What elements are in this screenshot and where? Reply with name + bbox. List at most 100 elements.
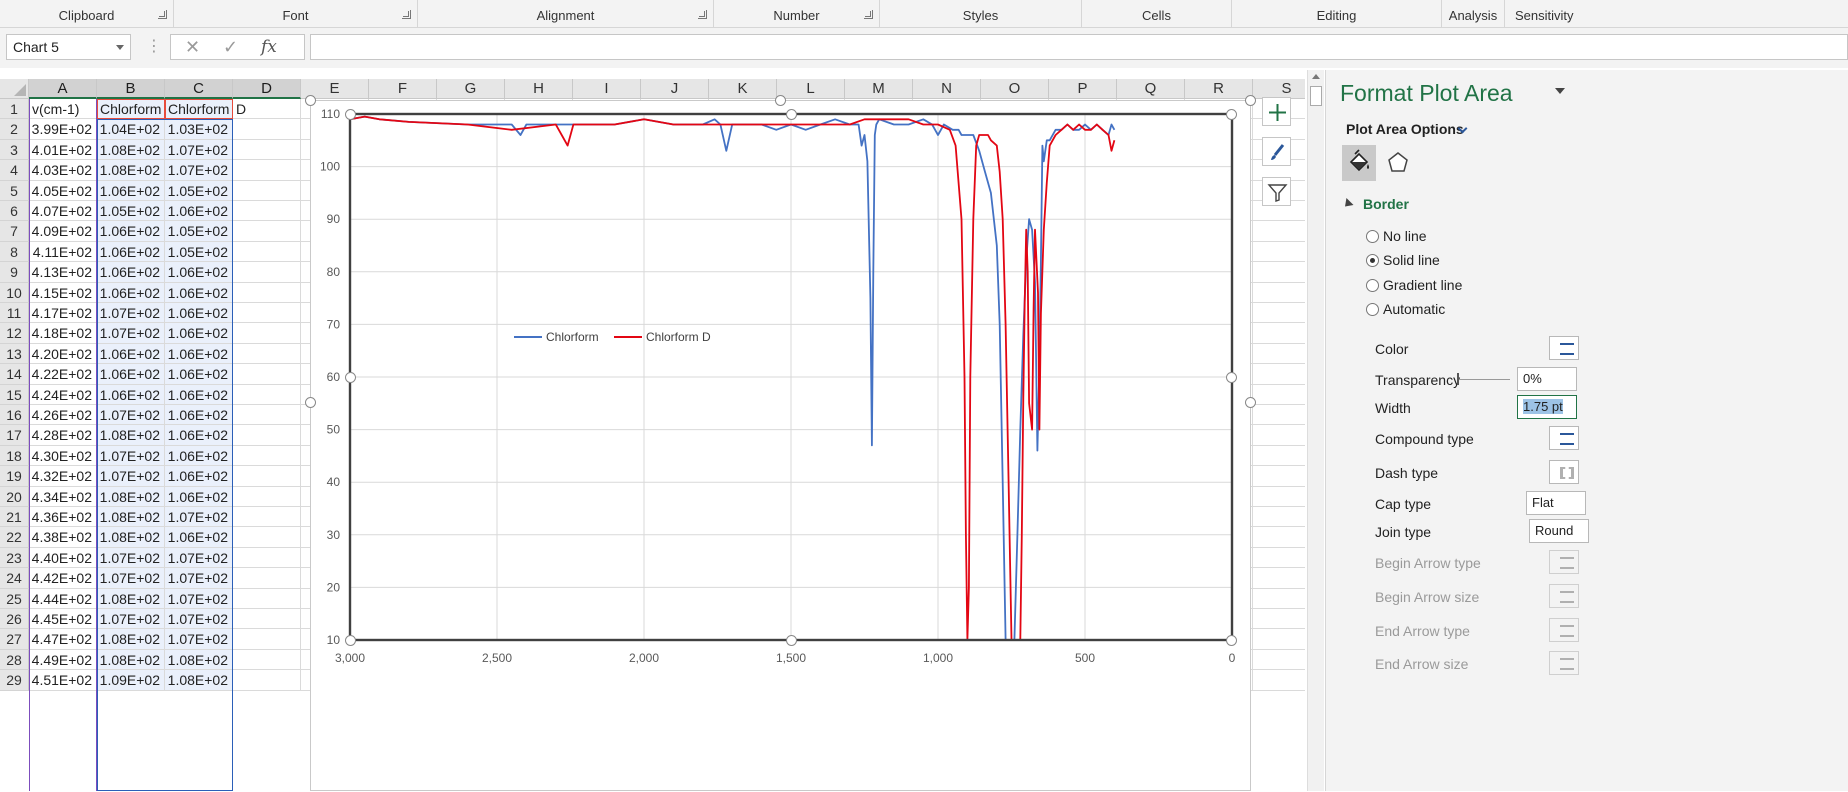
empty-cell[interactable] bbox=[1253, 670, 1305, 691]
radio-solid-line[interactable] bbox=[1366, 254, 1379, 267]
column-header-j[interactable]: J bbox=[641, 79, 709, 99]
cell-a25[interactable]: 4.44E+02 bbox=[29, 588, 97, 609]
empty-cell[interactable] bbox=[1253, 446, 1305, 467]
row-header[interactable]: 29 bbox=[0, 670, 29, 691]
empty-cell[interactable] bbox=[1253, 221, 1305, 242]
cell-d15[interactable] bbox=[233, 384, 301, 405]
empty-cell[interactable] bbox=[1253, 548, 1305, 569]
scroll-up-icon[interactable] bbox=[1312, 74, 1320, 79]
cell-a20[interactable]: 4.34E+02 bbox=[29, 486, 97, 507]
cell-b20[interactable]: 1.08E+02 bbox=[97, 486, 165, 507]
cell-c3[interactable]: 1.07E+02 bbox=[165, 139, 233, 161]
row-header[interactable]: 22 bbox=[0, 527, 29, 548]
radio-automatic[interactable] bbox=[1366, 303, 1379, 316]
empty-cell[interactable] bbox=[1253, 466, 1305, 487]
row-header[interactable]: 17 bbox=[0, 425, 29, 446]
column-header-b[interactable]: B bbox=[97, 79, 165, 99]
cell-b18[interactable]: 1.07E+02 bbox=[97, 445, 165, 467]
cap-type-select[interactable]: Flat bbox=[1526, 491, 1586, 515]
cell-b8[interactable]: 1.06E+02 bbox=[97, 241, 165, 263]
empty-cell[interactable] bbox=[1253, 609, 1305, 630]
chart-resize-handle-tr[interactable] bbox=[1245, 95, 1256, 106]
row-header[interactable]: 5 bbox=[0, 180, 29, 201]
cancel-icon[interactable]: ✕ bbox=[185, 37, 200, 58]
select-all-button[interactable] bbox=[0, 79, 29, 99]
empty-cell[interactable] bbox=[1253, 487, 1305, 507]
end-arrow-size-button[interactable] bbox=[1549, 651, 1579, 675]
transparency-input[interactable]: 0% bbox=[1517, 367, 1577, 391]
plot-resize-handle-tr[interactable] bbox=[1226, 109, 1237, 120]
empty-cell[interactable] bbox=[1253, 344, 1305, 365]
cell-b10[interactable]: 1.06E+02 bbox=[97, 282, 165, 303]
cell-c8[interactable]: 1.05E+02 bbox=[165, 241, 233, 263]
empty-cell[interactable] bbox=[1253, 425, 1305, 446]
cell-b13[interactable]: 1.06E+02 bbox=[97, 343, 165, 365]
empty-cell[interactable] bbox=[1253, 629, 1305, 650]
cell-a11[interactable]: 4.17E+02 bbox=[29, 303, 97, 324]
alignment-dialog-launcher-icon[interactable] bbox=[698, 10, 707, 19]
cell-a27[interactable]: 4.47E+02 bbox=[29, 629, 97, 650]
cell-d22[interactable] bbox=[233, 527, 301, 548]
row-header[interactable]: 21 bbox=[0, 507, 29, 528]
row-header[interactable]: 18 bbox=[0, 445, 29, 467]
pane-options-chevron-icon[interactable] bbox=[1555, 88, 1565, 94]
column-header-i[interactable]: I bbox=[573, 79, 641, 99]
cell-c1[interactable]: Chlorform bbox=[165, 99, 233, 120]
cell-a8[interactable]: 4.11E+02 bbox=[29, 241, 97, 263]
chart-svg[interactable]: 110 100 90 80 70 60 50 40 30 20 10 3,000 2,500 2,000… bbox=[311, 101, 1252, 792]
column-header-s[interactable]: S bbox=[1253, 79, 1305, 99]
series-line-chlorform-d[interactable] bbox=[350, 115, 1116, 792]
cell-b26[interactable]: 1.07E+02 bbox=[97, 609, 165, 630]
empty-cell[interactable] bbox=[1253, 385, 1305, 405]
formula-input[interactable] bbox=[310, 34, 1848, 60]
chevron-down-icon[interactable] bbox=[116, 45, 124, 50]
empty-cell[interactable] bbox=[1253, 262, 1305, 283]
cell-a7[interactable]: 4.09E+02 bbox=[29, 221, 97, 242]
cell-a2[interactable]: 3.99E+02 bbox=[29, 119, 97, 140]
radio-gradient-line-label[interactable]: Gradient line bbox=[1383, 277, 1462, 293]
vertical-scrollbar[interactable] bbox=[1307, 70, 1324, 791]
column-header-h[interactable]: H bbox=[505, 79, 573, 99]
more-options-icon[interactable]: ⋮ bbox=[146, 36, 162, 56]
column-header-n[interactable]: N bbox=[913, 79, 981, 99]
row-header[interactable]: 15 bbox=[0, 384, 29, 405]
column-header-p[interactable]: P bbox=[1049, 79, 1117, 99]
row-header[interactable]: 3 bbox=[0, 139, 29, 161]
cell-d7[interactable] bbox=[233, 221, 301, 242]
cell-d1[interactable]: D bbox=[233, 99, 301, 120]
cell-b29[interactable]: 1.09E+02 bbox=[97, 670, 165, 691]
series-line-chlorform[interactable] bbox=[350, 115, 1116, 792]
cell-c10[interactable]: 1.06E+02 bbox=[165, 282, 233, 303]
cell-c20[interactable]: 1.06E+02 bbox=[165, 486, 233, 507]
chart-resize-handle-tc[interactable] bbox=[775, 95, 786, 106]
row-header[interactable]: 23 bbox=[0, 547, 29, 569]
dash-type-button[interactable] bbox=[1549, 460, 1579, 484]
cell-c11[interactable]: 1.06E+02 bbox=[165, 303, 233, 324]
cell-c23[interactable]: 1.07E+02 bbox=[165, 547, 233, 569]
cell-b11[interactable]: 1.07E+02 bbox=[97, 303, 165, 324]
plot-resize-handle-ml[interactable] bbox=[345, 372, 356, 383]
cell-d10[interactable] bbox=[233, 282, 301, 303]
plot-resize-handle-br[interactable] bbox=[1226, 635, 1237, 646]
effects-tab[interactable] bbox=[1381, 145, 1415, 181]
cell-a1[interactable]: v(cm-1) bbox=[29, 99, 97, 120]
name-box[interactable]: Chart 5 bbox=[6, 34, 131, 60]
row-header[interactable]: 16 bbox=[0, 405, 29, 426]
cell-c19[interactable]: 1.06E+02 bbox=[165, 466, 233, 487]
cell-c4[interactable]: 1.07E+02 bbox=[165, 160, 233, 181]
legend-entry[interactable]: Chlorform D bbox=[646, 330, 711, 344]
radio-automatic-label[interactable]: Automatic bbox=[1383, 301, 1445, 317]
cell-d21[interactable] bbox=[233, 507, 301, 528]
plot-resize-handle-bl[interactable] bbox=[345, 635, 356, 646]
cell-b22[interactable]: 1.08E+02 bbox=[97, 527, 165, 548]
column-header-c[interactable]: C bbox=[165, 79, 233, 99]
cell-a22[interactable]: 4.38E+02 bbox=[29, 527, 97, 548]
cell-c12[interactable]: 1.06E+02 bbox=[165, 323, 233, 344]
cell-b12[interactable]: 1.07E+02 bbox=[97, 323, 165, 344]
cell-d27[interactable] bbox=[233, 629, 301, 650]
empty-cell[interactable] bbox=[1253, 303, 1305, 324]
cell-c29[interactable]: 1.08E+02 bbox=[165, 670, 233, 691]
cell-a17[interactable]: 4.28E+02 bbox=[29, 425, 97, 446]
cell-b24[interactable]: 1.07E+02 bbox=[97, 568, 165, 589]
cell-a9[interactable]: 4.13E+02 bbox=[29, 262, 97, 283]
